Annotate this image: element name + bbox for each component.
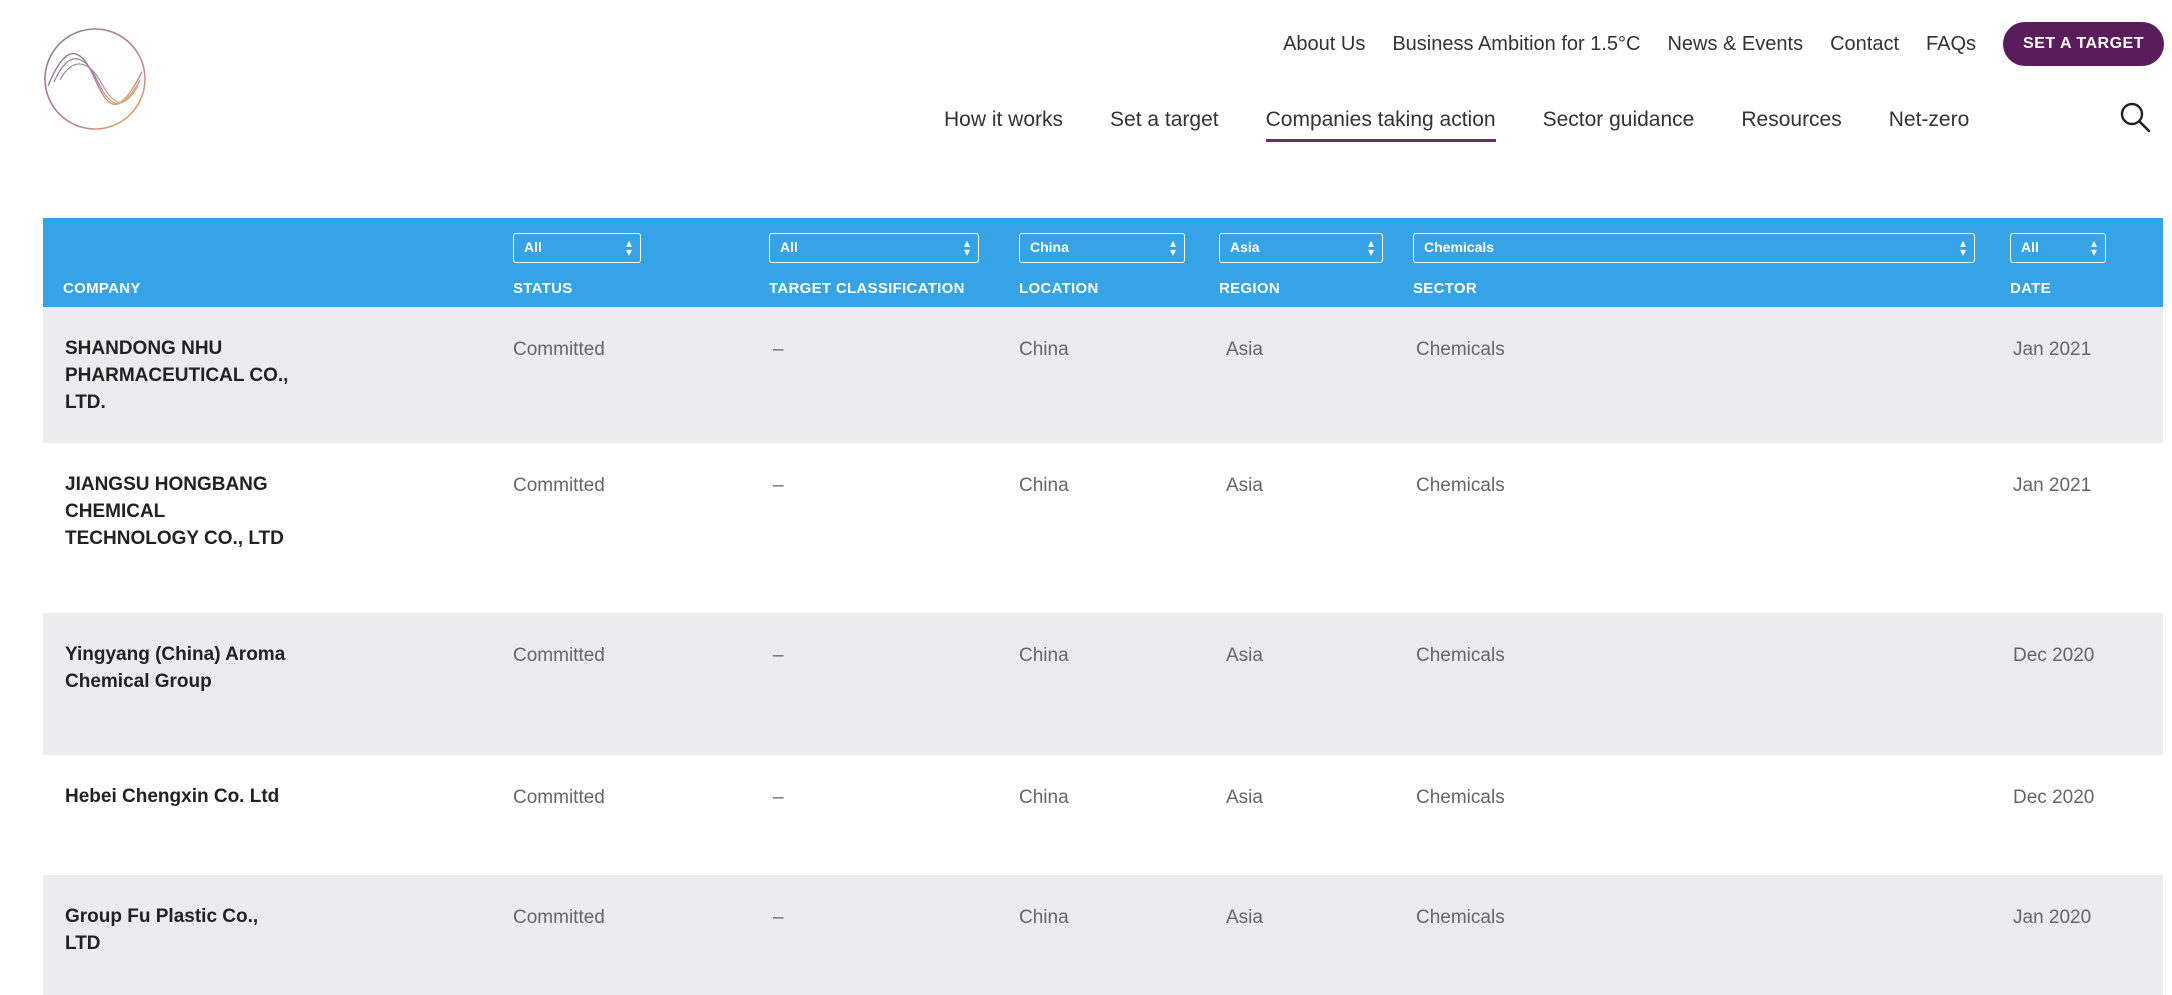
region-cell: Asia xyxy=(1226,339,1263,360)
region-cell: Asia xyxy=(1226,907,1263,928)
target-classification-cell: – xyxy=(773,339,784,360)
column-label-sector[interactable]: SECTOR xyxy=(1413,280,1477,297)
company-name[interactable]: Yingyang (China) Aroma Chemical Group xyxy=(65,641,295,695)
table-row[interactable]: Hebei Chengxin Co. Ltd Committed – China… xyxy=(43,755,2163,875)
sector-cell: Chemicals xyxy=(1416,339,1505,360)
nav-how-it-works[interactable]: How it works xyxy=(944,108,1063,132)
company-name[interactable]: JIANGSU HONGBANG CHEMICAL TECHNOLOGY CO.… xyxy=(65,471,295,552)
column-label-region[interactable]: REGION xyxy=(1219,280,1280,297)
sector-cell: Chemicals xyxy=(1416,907,1505,928)
region-cell: Asia xyxy=(1226,475,1263,496)
status-cell: Committed xyxy=(513,787,605,808)
search-icon[interactable] xyxy=(2118,100,2152,134)
utility-nav: About Us Business Ambition for 1.5°C New… xyxy=(1283,20,2172,68)
nav-business-ambition[interactable]: Business Ambition for 1.5°C xyxy=(1392,33,1640,56)
sector-filter-select[interactable]: Chemicals ▴ ▾ xyxy=(1413,233,1975,263)
nav-sector-guidance[interactable]: Sector guidance xyxy=(1543,108,1695,132)
status-filter-value: All xyxy=(524,239,542,255)
column-label-date[interactable]: DATE xyxy=(2010,280,2051,297)
column-date: All ▴ ▾ DATE xyxy=(2010,218,2108,307)
select-arrows-icon: ▴ ▾ xyxy=(2090,236,2097,259)
sector-cell: Chemicals xyxy=(1416,475,1505,496)
date-cell: Jan 2020 xyxy=(2013,907,2092,928)
table-row[interactable]: SHANDONG NHU PHARMACEUTICAL CO., LTD. Co… xyxy=(43,307,2163,443)
region-filter-select[interactable]: Asia ▴ ▾ xyxy=(1219,233,1383,263)
status-cell: Committed xyxy=(513,475,605,496)
status-cell: Committed xyxy=(513,907,605,928)
target-classification-filter-select[interactable]: All ▴ ▾ xyxy=(769,233,979,263)
location-filter-select[interactable]: China ▴ ▾ xyxy=(1019,233,1185,263)
location-filter-value: China xyxy=(1030,239,1069,255)
nav-contact[interactable]: Contact xyxy=(1830,33,1899,56)
nav-faqs[interactable]: FAQs xyxy=(1926,33,1976,56)
column-label-company[interactable]: COMPANY xyxy=(63,280,141,297)
sector-cell: Chemicals xyxy=(1416,787,1505,808)
column-label-status[interactable]: STATUS xyxy=(513,280,573,297)
sector-cell: Chemicals xyxy=(1416,645,1505,666)
column-region: Asia ▴ ▾ REGION xyxy=(1219,218,1385,307)
select-arrows-icon: ▴ ▾ xyxy=(963,236,970,259)
status-filter-select[interactable]: All ▴ ▾ xyxy=(513,233,641,263)
region-filter-value: Asia xyxy=(1230,239,1260,255)
set-a-target-button[interactable]: SET A TARGET xyxy=(2003,22,2164,66)
select-arrows-icon: ▴ ▾ xyxy=(1169,236,1176,259)
target-classification-filter-value: All xyxy=(780,239,798,255)
column-label-target-classification[interactable]: TARGET CLASSIFICATION xyxy=(769,280,965,297)
sbti-logo[interactable] xyxy=(40,24,150,134)
nav-companies-taking-action[interactable]: Companies taking action xyxy=(1265,108,1496,142)
select-arrows-icon: ▴ ▾ xyxy=(1959,236,1966,259)
location-cell: China xyxy=(1019,907,1069,928)
company-name[interactable]: Hebei Chengxin Co. Ltd xyxy=(65,783,295,810)
column-status: All ▴ ▾ STATUS xyxy=(513,218,643,307)
date-filter-value: All xyxy=(2021,239,2039,255)
column-location: China ▴ ▾ LOCATION xyxy=(1019,218,1187,307)
target-classification-cell: – xyxy=(773,475,784,496)
company-name[interactable]: SHANDONG NHU PHARMACEUTICAL CO., LTD. xyxy=(65,335,295,416)
select-arrows-icon: ▴ ▾ xyxy=(1367,236,1374,259)
table-row[interactable]: JIANGSU HONGBANG CHEMICAL TECHNOLOGY CO.… xyxy=(43,443,2163,613)
date-cell: Jan 2021 xyxy=(2013,475,2092,496)
target-classification-cell: – xyxy=(773,787,784,808)
column-label-location[interactable]: LOCATION xyxy=(1019,280,1099,297)
nav-set-a-target[interactable]: Set a target xyxy=(1110,108,1219,132)
table-row[interactable]: Yingyang (China) Aroma Chemical Group Co… xyxy=(43,613,2163,755)
nav-net-zero[interactable]: Net-zero xyxy=(1889,108,1970,132)
target-classification-cell: – xyxy=(773,645,784,666)
table-row[interactable]: Group Fu Plastic Co., LTD Committed – Ch… xyxy=(43,875,2163,995)
company-name[interactable]: Group Fu Plastic Co., LTD xyxy=(65,903,295,957)
date-cell: Dec 2020 xyxy=(2013,787,2095,808)
nav-resources[interactable]: Resources xyxy=(1741,108,1841,132)
column-target-classification: All ▴ ▾ TARGET CLASSIFICATION xyxy=(769,218,989,307)
table-header: COMPANY All ▴ ▾ STATUS All ▴ ▾ TARGET CLAS… xyxy=(43,218,2163,307)
location-cell: China xyxy=(1019,475,1069,496)
select-arrows-icon: ▴ ▾ xyxy=(625,236,632,259)
status-cell: Committed xyxy=(513,339,605,360)
status-cell: Committed xyxy=(513,645,605,666)
site-header: About Us Business Ambition for 1.5°C New… xyxy=(0,0,2172,168)
nav-news-events[interactable]: News & Events xyxy=(1667,33,1803,56)
column-company: COMPANY xyxy=(63,218,263,307)
nav-about-us[interactable]: About Us xyxy=(1283,33,1365,56)
region-cell: Asia xyxy=(1226,645,1263,666)
location-cell: China xyxy=(1019,787,1069,808)
sector-filter-value: Chemicals xyxy=(1424,239,1495,255)
target-classification-cell: – xyxy=(773,907,784,928)
main-nav: How it works Set a target Companies taki… xyxy=(944,102,2016,142)
date-cell: Dec 2020 xyxy=(2013,645,2095,666)
date-cell: Jan 2021 xyxy=(2013,339,2092,360)
column-sector: Chemicals ▴ ▾ SECTOR xyxy=(1413,218,1977,307)
date-filter-select[interactable]: All ▴ ▾ xyxy=(2010,233,2106,263)
companies-table: COMPANY All ▴ ▾ STATUS All ▴ ▾ TARGET CLAS… xyxy=(43,218,2163,995)
location-cell: China xyxy=(1019,339,1069,360)
location-cell: China xyxy=(1019,645,1069,666)
region-cell: Asia xyxy=(1226,787,1263,808)
